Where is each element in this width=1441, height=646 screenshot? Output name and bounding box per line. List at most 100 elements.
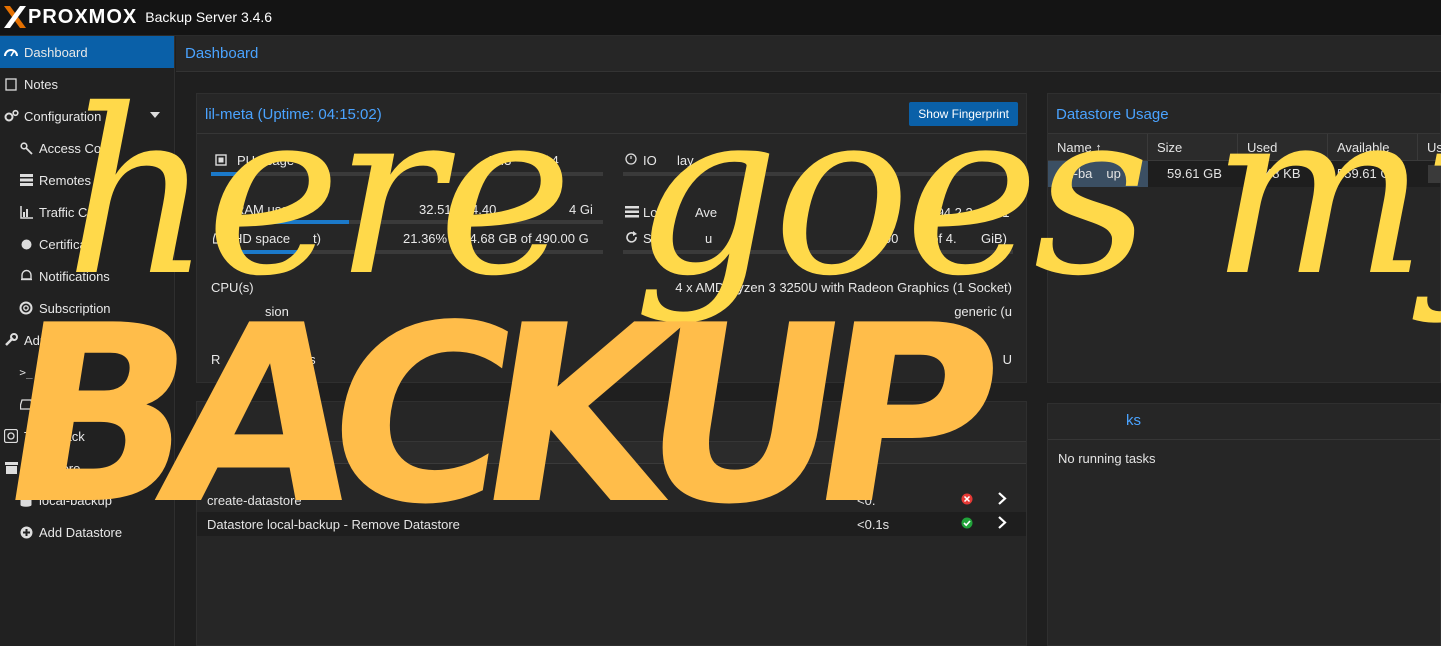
brand-wordmark: PROXMOX [28,5,138,28]
load-average-value-b: 91 [995,205,1010,220]
datastore-usage-panel: Datastore Usage Name ↑ Size Used Availab… [1047,93,1441,383]
sidebar-item-notifications[interactable]: Notifications [0,260,174,292]
sidebar-item-remotes[interactable]: Remotes [0,164,174,196]
load-list-icon [625,206,639,221]
sidebar-item-local-backup[interactable]: local-backup [0,484,174,516]
table-row[interactable]: Datastore local-backup - Remove Datastor… [197,512,1026,536]
swap-usage-bar [623,250,1013,254]
repository-status-value: U [1002,352,1012,367]
column-header-available[interactable]: Available [1328,134,1418,161]
ram-usage-value-b: of 1 [519,202,541,217]
sidebar-item-label: local-backup [39,492,112,508]
page-header: Dashboard [176,36,1441,72]
io-delay-label-b: lay [677,153,694,168]
kernel-version-value: generic (u [954,304,1012,319]
sidebar-item-label: Remotes [39,172,92,188]
running-tasks-panel: ks No running tasks [1047,403,1441,646]
cpu-usage-value-b: of 4 [537,153,559,168]
sidebar-item-dashboard[interactable]: Dashboard [0,36,174,68]
cpu-usage-value: 11.3 [487,153,512,168]
bell-icon [18,268,34,284]
sidebar-item-configuration[interactable]: Configuration [0,100,174,132]
sidebar-item-access-control[interactable]: Access Cont [0,132,174,164]
load-average-label-b: Ave [695,205,718,220]
chevron-down-icon[interactable] [150,112,160,118]
sidebar: Dashboard Notes Configuration Access Con… [0,36,175,646]
product-version: Backup Server 3.4.6 [145,9,273,25]
wrench-icon [3,332,19,348]
proxmox-logo[interactable]: PROXMOX Backup Server 3.4.6 [4,6,272,28]
datastore-size: 59.61 GB [1167,166,1222,181]
cpu-usage-label: PU usage [237,153,295,168]
sidebar-item-label: Subscription [39,300,111,316]
hd-space-label-b: t) [313,231,321,246]
sidebar-item-shell[interactable]: >_ Shell [0,356,174,388]
datastore-panel-title: Datastore Usage [1056,106,1169,123]
node-panel-title: lil-meta (Uptime: 04:15:02) [205,106,382,123]
swap-usage-value-b: B of 4. [919,231,957,246]
ram-usage-value: 32.51% (4.40 [419,202,497,217]
sidebar-item-tape-backup[interactable]: Tape Back [0,420,174,452]
error-icon [961,493,973,508]
ram-usage-label: RAM usage [235,202,303,217]
chevron-right-icon[interactable] [997,516,1007,532]
sidebar-item-label: Datastore [24,460,81,476]
repository-status-label: R [211,352,221,367]
dashboard-icon [3,44,19,60]
sidebar-item-label: Tape Back [24,428,85,444]
hd-space-label: HD space [233,231,291,246]
node-panel-header: lil-meta (Uptime: 04:15:02) Show Fingerp… [197,94,1026,134]
sidebar-item-label: Configuration [24,108,102,124]
datastore-name-cell: cal-ba up [1048,161,1148,187]
sidebar-item-administration[interactable]: Administration [0,324,174,356]
table-row[interactable]: create-datastore <0. [197,488,1026,512]
ram-usage-bar [227,220,603,224]
cpus-value: 4 x AMD Ryzen 3 3250U with Radeon Graphi… [675,280,1012,295]
certificate-icon [18,236,34,252]
sidebar-item-traffic-control[interactable]: Traffic Con [0,196,174,228]
proxmox-x-icon [4,6,26,28]
sidebar-item-notes[interactable]: Notes [0,68,174,100]
sidebar-item-label: Notifications [39,268,110,284]
hdd-icon [18,396,34,412]
terminal-icon: >_ [19,365,33,379]
sidebar-item-datastore[interactable]: Datastore [0,452,174,484]
sidebar-item-label: Certificat [39,236,91,252]
column-header-name[interactable]: Name ↑ [1048,134,1148,161]
cpu-usage-fill [211,172,255,176]
hd-space-fill [227,250,308,254]
sidebar-item-add-datastore[interactable]: Add Datastore [0,516,174,548]
chevron-right-icon[interactable] [997,492,1007,508]
column-header-size[interactable]: Size [1148,134,1238,161]
repository-status-label-b: status [281,352,316,367]
datastore-used: 20.48 KB [1247,166,1301,181]
table-row[interactable]: cal-ba up 59.61 GB 20.48 KB 559.61 GB [1048,161,1441,187]
sidebar-item-storage[interactable]: Storage / [0,388,174,420]
ram-usage-fill [227,220,350,224]
task-grid-header [197,442,1026,464]
clock-icon [625,153,637,168]
datastore-available: 559.61 GB [1337,166,1400,181]
sidebar-item-certificates[interactable]: Certificat [0,228,174,260]
io-delay-label: IO [643,153,657,168]
datastore-grid-header: Name ↑ Size Used Available Us [1048,134,1441,161]
cpus-label: CPU(s) [211,280,254,295]
show-fingerprint-button[interactable]: Show Fingerprint [909,102,1018,126]
sidebar-item-subscription[interactable]: Subscription [0,292,174,324]
column-header-usage[interactable]: Us [1418,134,1441,161]
column-header-used[interactable]: Used [1238,134,1328,161]
refresh-icon [625,231,638,247]
load-average-label: Lo [643,205,658,220]
swap-usage-value: 0.00 [873,231,899,246]
task-panel-header: ys) [197,402,1026,442]
task-name: create-datastore [207,493,302,508]
load-average-value: .94,2.3 [933,205,973,220]
io-delay-value: % [1002,153,1014,168]
sidebar-item-label: Traffic Con [39,204,102,220]
top-bar: PROXMOX Backup Server 3.4.6 [0,0,1441,36]
running-tasks-header: ks [1048,404,1440,440]
database-icon [18,492,34,508]
sidebar-item-label: Administration [24,332,107,348]
task-duration: <0. [857,493,876,508]
node-status-panel: lil-meta (Uptime: 04:15:02) Show Fingerp… [196,93,1027,383]
